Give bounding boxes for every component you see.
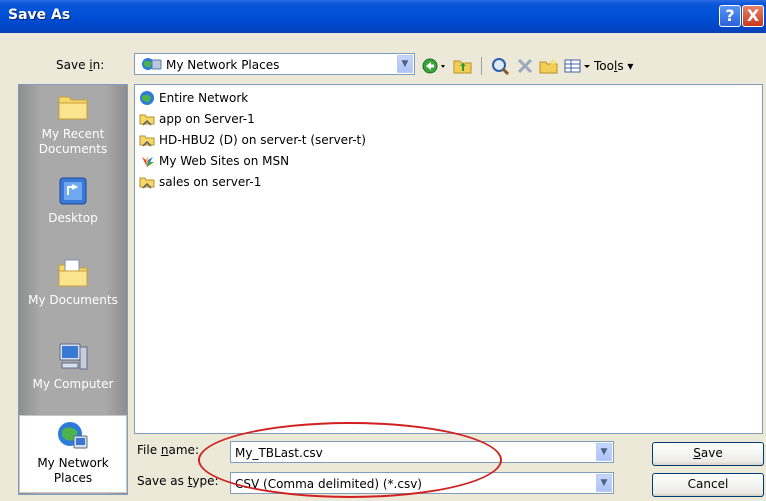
msn-icon <box>142 156 154 167</box>
tools-menu[interactable]: Tools ▾ <box>594 59 633 77</box>
chevron-down-icon[interactable]: ▼ <box>397 55 413 73</box>
place-desktop[interactable]: Desktop <box>19 175 127 241</box>
window-title: Save As <box>8 7 71 23</box>
file-name-input[interactable]: My_TBLast.csv ▼ <box>230 441 614 463</box>
save-in-dropdown[interactable]: My Network Places ▼ <box>134 53 415 75</box>
chevron-down-icon[interactable]: ▼ <box>596 474 612 492</box>
close-button[interactable]: X <box>742 5 764 27</box>
recent-documents-icon <box>58 96 88 120</box>
place-my-recent-documents[interactable]: My Recent Documents <box>19 91 127 171</box>
search-web-icon[interactable] <box>490 57 512 75</box>
save-as-type-dropdown[interactable]: CSV (Comma delimited) (*.csv) ▼ <box>230 472 614 494</box>
network-folder-icon <box>139 135 155 147</box>
views-menu-icon[interactable] <box>563 57 593 75</box>
place-my-documents[interactable]: My Documents <box>19 257 127 323</box>
chevron-down-icon[interactable]: ▼ <box>596 443 612 461</box>
network-places-icon <box>58 422 88 449</box>
file-name-label: File name: <box>137 443 199 457</box>
help-button[interactable]: ? <box>719 5 741 27</box>
my-documents-icon <box>58 259 88 287</box>
close-icon: X <box>746 6 760 25</box>
save-button[interactable]: Save <box>652 442 764 466</box>
new-folder-icon[interactable] <box>538 57 560 75</box>
save-as-type-value: CSV (Comma delimited) (*.csv) <box>235 477 422 491</box>
file-list[interactable]: Entire Network app on Server-1 HD-HBU2 (… <box>134 84 763 434</box>
places-bar: My Recent Documents Desktop My Documents … <box>18 84 128 495</box>
save-in-location: My Network Places <box>166 58 280 72</box>
my-computer-icon <box>59 343 88 370</box>
chevron-down-icon: ▾ <box>627 59 634 73</box>
save-as-type-label: Save as type: <box>137 474 219 488</box>
network-folder-icon <box>139 114 155 126</box>
back-button[interactable] <box>422 57 448 75</box>
network-places-icon <box>142 58 162 70</box>
help-icon: ? <box>725 6 735 25</box>
file-name-value: My_TBLast.csv <box>235 446 323 460</box>
network-folder-icon <box>139 177 155 189</box>
place-my-computer[interactable]: My Computer <box>19 341 127 407</box>
save-as-dialog: Save As ? X Save in: My Network Places ▼… <box>0 0 766 501</box>
globe-icon <box>140 91 154 105</box>
up-folder-icon[interactable] <box>452 57 474 75</box>
place-my-network-places[interactable]: My Network Places <box>19 415 127 493</box>
desktop-icon <box>59 177 87 205</box>
toolbar-separator <box>481 57 482 75</box>
title-bar[interactable]: Save As ? X <box>0 0 766 33</box>
cancel-button[interactable]: Cancel <box>652 473 764 497</box>
delete-icon[interactable] <box>515 57 535 75</box>
save-in-label: Save in: <box>56 58 105 72</box>
